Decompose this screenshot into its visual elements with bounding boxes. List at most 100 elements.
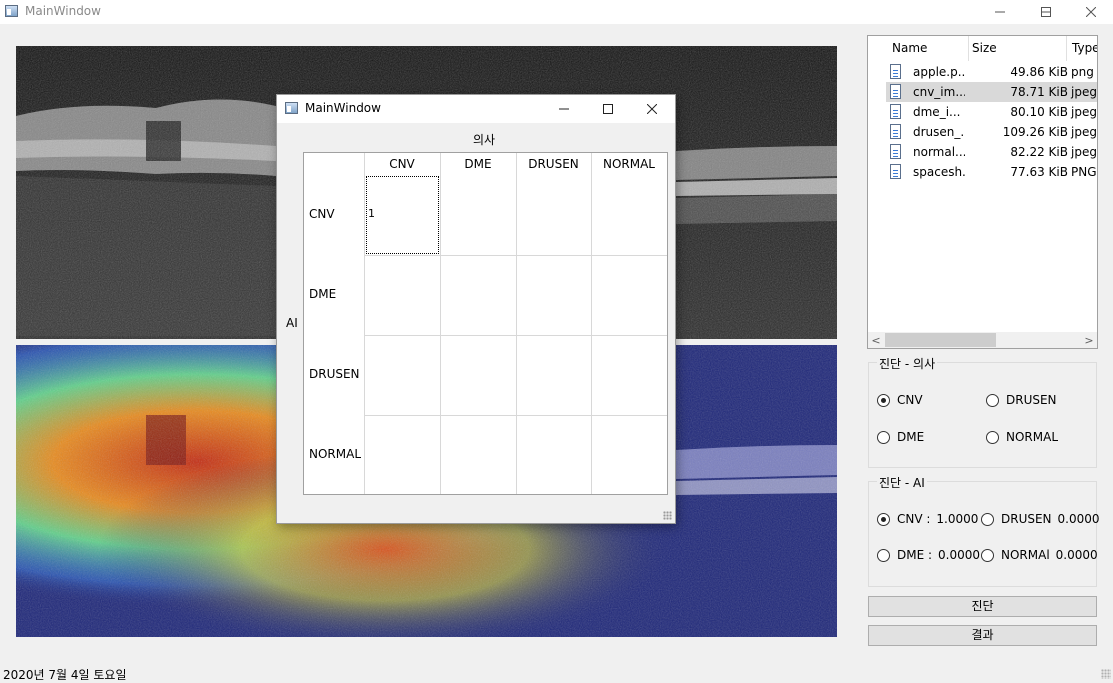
ai-radio-drusen[interactable]: DRUSEN 0.0000 xyxy=(981,511,1100,527)
minimize-button-alt[interactable] xyxy=(977,0,1023,24)
close-icon xyxy=(647,104,657,114)
file-size: 80.10 KiB xyxy=(1010,105,1068,119)
ai-radio-label: DRUSEN xyxy=(1001,512,1052,526)
file-row[interactable]: apple.p... 49.86 KiB png xyxy=(886,62,1097,82)
selected-cell-focus[interactable] xyxy=(366,176,439,254)
close-icon xyxy=(1086,7,1096,17)
column-header-type[interactable]: Type xyxy=(1072,41,1097,55)
file-size: 82.22 KiB xyxy=(1010,145,1068,159)
size-grip-icon[interactable] xyxy=(1101,669,1111,679)
grid-line xyxy=(591,153,592,494)
matrix-row-header[interactable]: DRUSEN xyxy=(309,367,360,381)
column-separator xyxy=(1066,36,1067,61)
file-name: spacesh... xyxy=(913,165,965,179)
file-type: jpeg xyxy=(1071,85,1097,99)
doctor-radio-label: NORMAL xyxy=(1006,430,1059,444)
dialog-size-grip-icon[interactable] xyxy=(663,511,672,520)
grid-line xyxy=(516,153,517,494)
file-name: drusen_... xyxy=(913,125,965,139)
doctor-radio-drusen[interactable]: DRUSEN xyxy=(986,392,1057,408)
matrix-row-header[interactable]: NORMAL xyxy=(309,447,361,461)
radio-indicator[interactable] xyxy=(986,430,999,444)
radio-indicator[interactable] xyxy=(986,393,999,407)
ai-axis-label: AI xyxy=(286,316,298,330)
ai-group-title: 진단 - AI xyxy=(877,474,927,491)
dialog-minimize-button[interactable] xyxy=(541,95,587,123)
file-icon xyxy=(890,104,901,119)
file-name: cnv_im... xyxy=(913,85,965,99)
close-button[interactable] xyxy=(1068,0,1113,24)
grid-line xyxy=(364,153,365,494)
confusion-matrix-table[interactable]: CNV DME DRUSEN NORMAL CNV DME DRUSEN NORMAL 1 xyxy=(303,152,668,495)
ai-probability-value: 0.0000 xyxy=(1055,548,1098,562)
minimize-icon xyxy=(559,108,569,110)
maximize-button[interactable] xyxy=(1023,0,1069,24)
doctor-radio-normal[interactable]: NORMAL xyxy=(986,429,1058,445)
matrix-row-header[interactable]: CNV xyxy=(309,207,335,221)
file-row[interactable]: normal... 82.22 KiB jpeg xyxy=(886,142,1097,162)
file-icon xyxy=(890,84,901,99)
ai-radio-label: NORMAl xyxy=(1001,548,1050,562)
file-row[interactable]: cnv_im... 78.71 KiB jpeg xyxy=(886,82,1097,102)
ai-probability-value: 0.0000 xyxy=(1057,512,1100,526)
ai-probability-value: 0.0000 xyxy=(938,548,981,562)
minimize-icon xyxy=(995,11,1005,13)
doctor-radio-label: DRUSEN xyxy=(1006,393,1057,407)
maximize-icon xyxy=(603,104,613,114)
file-name: normal... xyxy=(913,145,965,159)
column-header-name[interactable]: Name xyxy=(892,41,927,55)
status-date: 2020년 7월 4일 토요일 xyxy=(3,668,127,682)
dialog-window-icon xyxy=(285,102,298,114)
file-type: jpeg xyxy=(1071,125,1097,139)
scroll-right-icon[interactable]: > xyxy=(1081,333,1097,348)
ai-radio-label: CNV : xyxy=(897,512,931,526)
doctor-group-title: 진단 - 의사 xyxy=(877,355,938,372)
radio-indicator[interactable] xyxy=(877,430,890,444)
file-icon xyxy=(890,164,901,179)
doctor-radio-dme[interactable]: DME xyxy=(877,429,924,445)
radio-indicator[interactable] xyxy=(877,393,890,407)
file-icon xyxy=(890,124,901,139)
main-titlebar[interactable]: MainWindow xyxy=(0,0,1113,24)
matrix-cell[interactable]: 1 xyxy=(368,207,375,220)
matrix-column-header[interactable]: DME xyxy=(440,157,516,171)
file-size: 49.86 KiB xyxy=(1010,65,1068,79)
doctor-diagnosis-group: 진단 - 의사 CNV DRUSEN DME NORMAL xyxy=(868,355,1097,468)
file-row[interactable]: drusen_... 109.26 KiBjpeg xyxy=(886,122,1097,142)
matrix-column-header[interactable]: DRUSEN xyxy=(516,157,591,171)
matrix-row-header[interactable]: DME xyxy=(309,287,336,301)
dialog-titlebar[interactable]: MainWindow xyxy=(277,95,675,123)
dialog-maximize-button[interactable] xyxy=(585,95,631,123)
matrix-column-header[interactable]: CNV xyxy=(364,157,440,171)
file-size: 78.71 KiB xyxy=(1010,85,1068,99)
file-row[interactable]: dme_i... 80.10 KiB jpeg xyxy=(886,102,1097,122)
file-type: jpeg xyxy=(1071,105,1097,119)
diagnose-button[interactable]: 진단 xyxy=(868,596,1097,617)
doctor-axis-label: 의사 xyxy=(473,133,496,147)
dialog-close-button[interactable] xyxy=(629,95,675,123)
result-button[interactable]: 결과 xyxy=(868,625,1097,646)
horizontal-scrollbar[interactable]: < > xyxy=(868,332,1097,348)
radio-indicator[interactable] xyxy=(877,548,890,562)
ai-radio-dme[interactable]: DME : 0.0000 xyxy=(877,547,980,563)
ai-radio-normal[interactable]: NORMAl 0.0000 xyxy=(981,547,1098,563)
dialog-title: MainWindow xyxy=(305,101,381,115)
column-header-size[interactable]: Size xyxy=(972,41,997,55)
result-dialog[interactable]: MainWindow 의사 AI CNV DME DRUSEN NORMAL CNV DM… xyxy=(276,94,676,524)
scrollbar-thumb[interactable] xyxy=(885,333,996,347)
doctor-radio-cnv[interactable]: CNV xyxy=(877,392,923,408)
window-title: MainWindow xyxy=(25,4,101,18)
file-type: PNG xyxy=(1071,165,1097,179)
radio-indicator[interactable] xyxy=(981,548,994,562)
radio-indicator[interactable] xyxy=(981,512,994,526)
matrix-column-header[interactable]: NORMAL xyxy=(591,157,667,171)
file-list-view[interactable]: Name Size Type apple.p... 49.86 KiB png cnv… xyxy=(867,35,1098,349)
radio-indicator[interactable] xyxy=(877,512,890,526)
grid-line xyxy=(440,153,441,494)
doctor-radio-label: DME xyxy=(897,430,925,444)
scroll-left-icon[interactable]: < xyxy=(868,333,884,348)
maximize-icon xyxy=(1041,7,1051,17)
file-icon xyxy=(890,64,901,79)
file-row[interactable]: spacesh... 77.63 KiBPNG xyxy=(886,162,1097,182)
ai-radio-cnv[interactable]: CNV : 1.0000 xyxy=(877,511,978,527)
